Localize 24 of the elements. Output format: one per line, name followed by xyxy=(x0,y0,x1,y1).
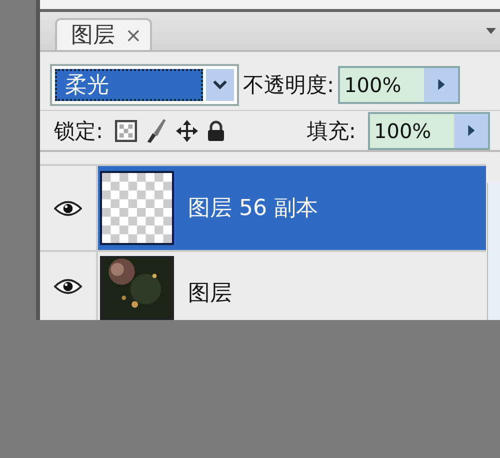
opacity-field[interactable]: 100% xyxy=(338,66,460,104)
brush-icon[interactable] xyxy=(145,118,168,144)
layers-tab[interactable]: 图层 × xyxy=(55,18,152,50)
eye-icon[interactable] xyxy=(54,278,82,294)
move-icon[interactable] xyxy=(175,118,200,143)
blend-mode-dropdown[interactable]: 柔光 xyxy=(50,64,239,106)
lock-icon[interactable] xyxy=(207,120,226,142)
opacity-label: 不透明度: xyxy=(242,72,336,99)
layer-name: 图层 xyxy=(188,280,232,308)
fill-label: 填充: xyxy=(306,118,357,145)
menu-icon[interactable] xyxy=(486,28,496,34)
layer-row[interactable]: 图层 xyxy=(98,252,486,320)
tab-label: 图层 xyxy=(71,22,115,50)
arrow-icon xyxy=(468,125,474,136)
chevron-icon xyxy=(213,80,227,90)
eye-icon[interactable] xyxy=(54,200,82,216)
checker-icon[interactable] xyxy=(115,120,138,142)
arrow-icon xyxy=(438,79,445,90)
lock-label: 锁定: xyxy=(53,118,104,145)
close-icon[interactable]: × xyxy=(125,22,142,47)
fill-field[interactable]: 100% xyxy=(368,112,490,150)
layer-row[interactable]: 图层 56 副本 xyxy=(98,166,486,250)
layer-name: 图层 56 副本 xyxy=(188,195,318,223)
scrollbar[interactable] xyxy=(487,183,500,320)
